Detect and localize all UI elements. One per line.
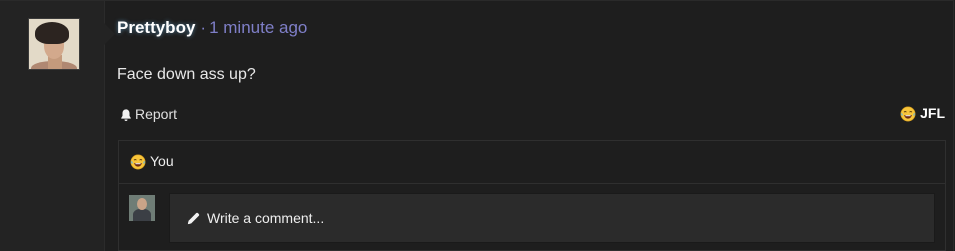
comment-input[interactable]: Write a comment... xyxy=(169,193,935,243)
reaction-summary[interactable]: You xyxy=(130,153,174,170)
avatar-hair xyxy=(35,22,69,44)
avatar-column xyxy=(0,1,115,251)
pencil-icon xyxy=(187,212,200,224)
laughing-crying-emoji-icon xyxy=(130,154,146,169)
username-link[interactable]: Prettyboy xyxy=(117,18,195,37)
bell-icon xyxy=(121,108,131,121)
user-avatar[interactable] xyxy=(28,18,80,70)
reaction-button[interactable]: JFL xyxy=(900,105,945,122)
comments-section: You Write a comment... xyxy=(118,140,946,251)
reaction-summary-row: You xyxy=(119,141,945,184)
report-label: Report xyxy=(135,106,178,122)
current-user-avatar-body xyxy=(133,209,151,221)
reaction-label: JFL xyxy=(920,105,945,121)
laughing-crying-emoji-icon xyxy=(900,106,916,121)
post-header: Prettyboy · 1 minute ago xyxy=(117,18,307,38)
current-user-avatar-face xyxy=(137,198,147,210)
post-body: Face down ass up? xyxy=(117,66,256,83)
reaction-summary-label: You xyxy=(150,153,174,169)
report-button[interactable]: Report xyxy=(119,106,177,123)
post-timestamp[interactable]: 1 minute ago xyxy=(209,18,307,37)
comment-placeholder: Write a comment... xyxy=(207,210,325,226)
header-separator: · xyxy=(200,18,207,37)
current-user-avatar xyxy=(129,195,155,221)
